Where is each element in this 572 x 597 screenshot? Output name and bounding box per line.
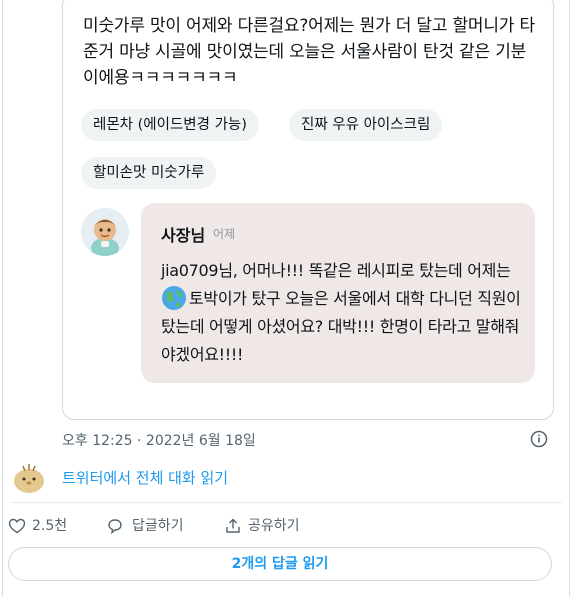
share-button[interactable]: 공유하기: [224, 516, 300, 536]
owner-avatar: [81, 208, 129, 256]
reply-time: 어제: [213, 227, 236, 241]
owner-name: 사장님: [161, 226, 206, 245]
like-count: 2.5천: [32, 518, 68, 534]
earth-globe-icon: [161, 285, 187, 311]
menu-chip-lemon-tea[interactable]: 레몬차 (에이드변경 가능): [81, 109, 259, 141]
review-text: 미숫가루 맛이 어제와 다른걸요?어제는 뭔가 더 달고 할머니가 타준거 마냥…: [83, 16, 535, 88]
info-icon[interactable]: [530, 430, 548, 448]
heart-icon: [8, 518, 26, 534]
thread-line-left: [2, 0, 3, 597]
thread-line-right: [569, 0, 570, 597]
tweet-timestamp[interactable]: 오후 12:25 · 2022년 6월 18일: [62, 430, 256, 450]
owner-reply-text: jia0709님, 어머나!!! 똑같은 레시피로 탔는데 어제는 토박이가 탔…: [161, 257, 533, 369]
reply-text-part1: jia0709님, 어머나!!! 똑같은 레시피로 탔는데 어제는: [161, 261, 511, 280]
reply-button[interactable]: 답글하기: [106, 516, 184, 536]
owner-reply: 사장님 어제 jia0709님, 어머나!!! 똑같은 레시피로 탔는데 어제는…: [141, 203, 535, 383]
read-replies-button[interactable]: 2개의 답글 읽기: [8, 547, 552, 581]
reply-text-part2: 토박이가 탔구 오늘은 서울에서 대학 다니던 직원이 탔는데 어떻게 아셨어요…: [161, 289, 521, 364]
like-button[interactable]: 2.5천: [8, 516, 67, 536]
profile-avatar[interactable]: [12, 458, 46, 494]
read-full-thread-link[interactable]: 트위터에서 전체 대화 읽기: [62, 467, 228, 488]
reply-label: 답글하기: [132, 518, 184, 534]
menu-chip-misutgaru[interactable]: 할미손맛 미숫가루: [81, 157, 217, 189]
menu-chip-milk-icecream[interactable]: 진짜 우유 아이스크림: [289, 109, 443, 141]
divider: [10, 502, 562, 503]
reply-bubble-icon: [108, 519, 122, 535]
review-card[interactable]: 미숫가루 맛이 어제와 다른걸요?어제는 뭔가 더 달고 할머니가 타준거 마냥…: [62, 0, 554, 420]
share-label: 공유하기: [248, 518, 300, 534]
share-icon: [226, 518, 240, 533]
